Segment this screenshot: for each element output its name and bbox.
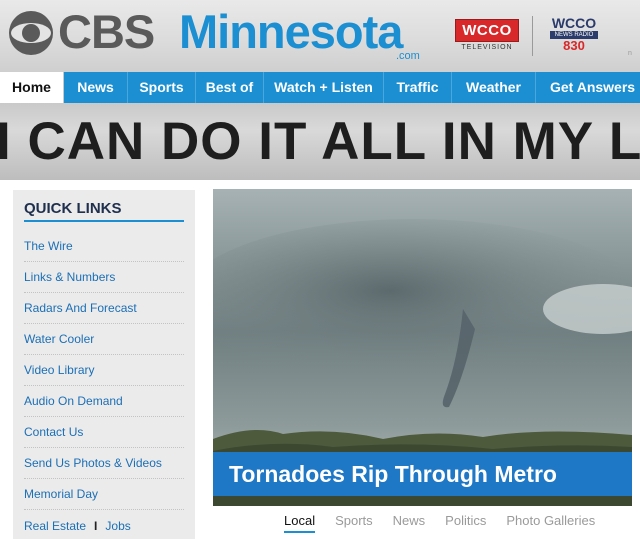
wcco-tv-name: WCCO: [455, 19, 519, 42]
tab-photo-galleries[interactable]: Photo Galleries: [506, 511, 595, 533]
header-divider: [532, 16, 533, 56]
quick-link-audio-on-demand[interactable]: Audio On Demand: [24, 386, 184, 417]
nav-item-home[interactable]: Home: [0, 72, 64, 103]
cbs-eye-logo-icon[interactable]: [8, 10, 54, 56]
tab-sports[interactable]: Sports: [335, 511, 373, 533]
promo-banner[interactable]: I CAN DO IT ALL IN MY LIF: [0, 103, 640, 180]
site-header: CBS Minnesota .com WCCO TELEVISION WCCO …: [0, 0, 640, 72]
quick-links-title: QUICK LINKS: [24, 200, 184, 222]
quick-link-water-cooler[interactable]: Water Cooler: [24, 324, 184, 355]
quick-link-the-wire[interactable]: The Wire: [24, 231, 184, 262]
hero-feature[interactable]: Tornadoes Rip Through Metro: [213, 189, 632, 506]
tab-local[interactable]: Local: [284, 511, 316, 533]
wcco-television-logo[interactable]: WCCO TELEVISION: [454, 19, 520, 55]
main-nav: Home News Sports Best of Watch + Listen …: [0, 72, 640, 103]
wcco-radio-logo[interactable]: WCCO NEWS RADIO 830: [544, 16, 604, 56]
nav-item-news[interactable]: News: [64, 72, 128, 103]
quick-link-separator: I: [94, 519, 98, 533]
quick-link-video-library[interactable]: Video Library: [24, 355, 184, 386]
hero-caption[interactable]: Tornadoes Rip Through Metro: [213, 452, 632, 496]
news-tabs: Local Sports News Politics Photo Galleri…: [284, 511, 615, 533]
quick-links-panel: QUICK LINKS The Wire Links & Numbers Rad…: [13, 190, 195, 539]
brand-cbs-text[interactable]: CBS: [58, 4, 155, 60]
quick-link-real-estate[interactable]: Real Estate: [24, 519, 86, 533]
quick-link-radars-forecast[interactable]: Radars And Forecast: [24, 293, 184, 324]
brand-city-text[interactable]: Minnesota: [179, 4, 403, 60]
banner-slogan: I CAN DO IT ALL IN MY LIF: [0, 112, 640, 171]
wcco-tv-sub: TELEVISION: [461, 44, 513, 51]
nav-item-sports[interactable]: Sports: [128, 72, 196, 103]
brand-domain-text: .com: [396, 50, 420, 62]
nav-item-watch-listen[interactable]: Watch + Listen: [264, 72, 384, 103]
nav-item-best-of[interactable]: Best of: [196, 72, 264, 103]
quick-link-send-photos[interactable]: Send Us Photos & Videos: [24, 448, 184, 479]
nav-item-traffic[interactable]: Traffic: [384, 72, 452, 103]
tab-politics[interactable]: Politics: [445, 511, 486, 533]
wcco-radio-name: WCCO: [551, 15, 597, 31]
tab-news[interactable]: News: [393, 511, 426, 533]
wcco-radio-frequency: 830: [563, 38, 585, 53]
header-cutoff-fragment-small: n: [628, 50, 632, 57]
quick-link-jobs[interactable]: Jobs: [105, 519, 130, 533]
quick-link-links-numbers[interactable]: Links & Numbers: [24, 262, 184, 293]
quick-link-contact-us[interactable]: Contact Us: [24, 417, 184, 448]
nav-item-get-answers[interactable]: Get Answers: [536, 72, 640, 103]
quick-link-memorial-day[interactable]: Memorial Day: [24, 479, 184, 510]
nav-item-weather[interactable]: Weather: [452, 72, 536, 103]
quick-links-list: The Wire Links & Numbers Radars And Fore…: [24, 231, 184, 510]
quick-links-last-row: Real Estate I Jobs: [24, 519, 131, 533]
